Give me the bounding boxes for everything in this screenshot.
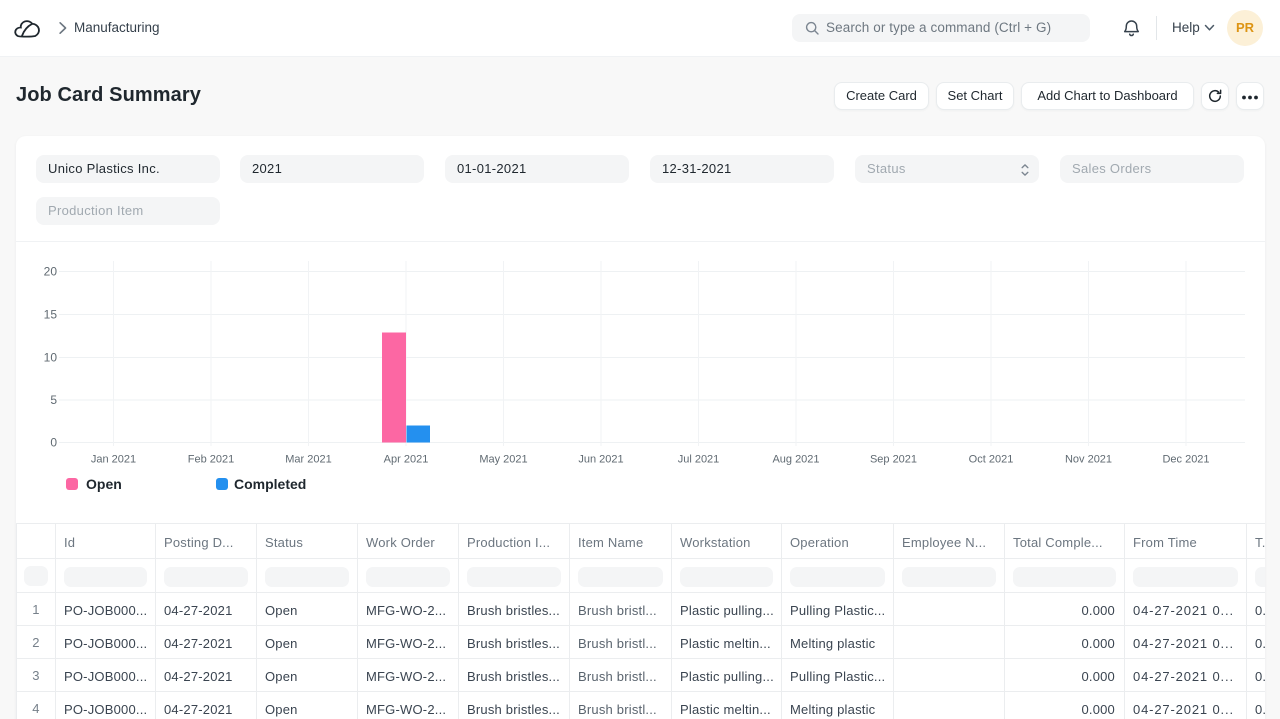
- svg-text:0: 0: [50, 436, 57, 450]
- svg-text:Completed: Completed: [234, 476, 306, 492]
- svg-text:20: 20: [44, 265, 58, 279]
- svg-text:May 2021: May 2021: [479, 454, 527, 466]
- svg-text:Feb 2021: Feb 2021: [188, 454, 234, 466]
- svg-text:Jan 2021: Jan 2021: [91, 454, 136, 466]
- svg-text:Mar 2021: Mar 2021: [285, 454, 331, 466]
- svg-text:Aug 2021: Aug 2021: [772, 454, 819, 466]
- svg-text:Nov 2021: Nov 2021: [1065, 454, 1112, 466]
- svg-text:Oct 2021: Oct 2021: [969, 454, 1014, 466]
- svg-text:Jul 2021: Jul 2021: [678, 454, 720, 466]
- svg-text:Apr 2021: Apr 2021: [384, 454, 429, 466]
- svg-text:15: 15: [44, 308, 58, 322]
- svg-text:10: 10: [44, 351, 58, 365]
- svg-text:Jun 2021: Jun 2021: [578, 454, 623, 466]
- svg-text:Dec 2021: Dec 2021: [1162, 454, 1209, 466]
- svg-text:Open: Open: [86, 476, 122, 492]
- svg-text:5: 5: [50, 393, 57, 407]
- svg-text:Sep 2021: Sep 2021: [870, 454, 917, 466]
